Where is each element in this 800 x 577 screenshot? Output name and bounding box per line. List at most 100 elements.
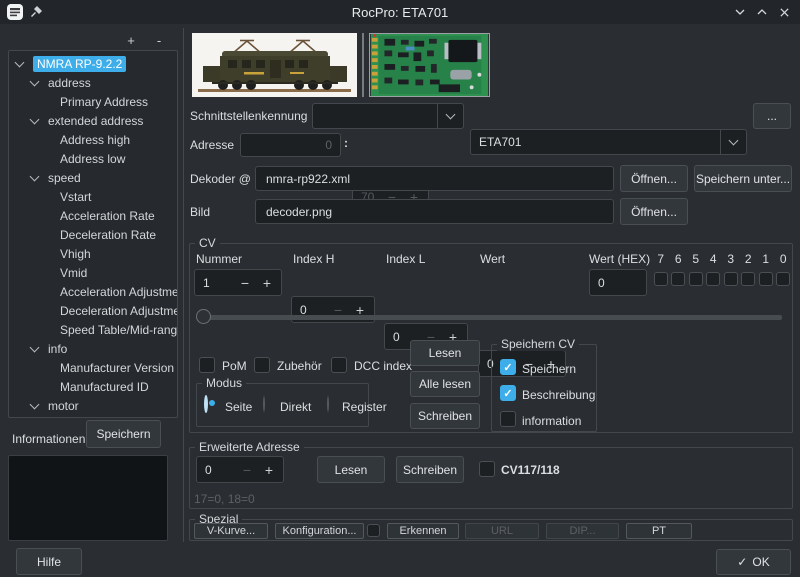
index-h-label: Index H — [293, 252, 334, 266]
bit-checkboxes — [652, 272, 792, 286]
interface-combobox[interactable] — [312, 103, 464, 129]
tree-item-info[interactable]: info — [9, 339, 177, 358]
tree-item-deceleration-adjustment[interactable]: Deceleration Adjustme — [9, 301, 177, 320]
expander-icon[interactable] — [30, 400, 40, 410]
close-icon — [779, 7, 790, 18]
cv117-118-label: CV117/118 — [501, 463, 560, 477]
chevron-down-icon — [729, 135, 739, 145]
dropdown-arrow-zone[interactable] — [720, 130, 746, 154]
extended-read-button[interactable]: Lesen — [317, 456, 385, 483]
extended-write-button[interactable]: Schreiben — [396, 456, 464, 483]
cv-bit-4-checkbox[interactable] — [706, 272, 720, 286]
informationen-textarea[interactable] — [8, 455, 168, 541]
expander-icon[interactable] — [30, 172, 40, 182]
tree-item-speed-table[interactable]: Speed Table/Mid-rang — [9, 320, 177, 339]
window-title: RocPro: ETA701 — [0, 5, 800, 20]
tree-item-nmra-rp-9-2-2[interactable]: NMRA RP-9.2.2 — [9, 54, 177, 73]
tree-item-manufacturer-version[interactable]: Manufacturer Version — [9, 358, 177, 377]
cv-bit-3-checkbox[interactable] — [724, 272, 738, 286]
expander-icon[interactable] — [30, 77, 40, 87]
close-button[interactable] — [776, 4, 792, 20]
cv-bit-6-checkbox[interactable] — [671, 272, 685, 286]
cv-bit-1-checkbox[interactable] — [759, 272, 773, 286]
wert-hex-label: Wert (HEX) — [589, 252, 650, 266]
tree-item-extended-address[interactable]: extended address — [9, 111, 177, 130]
tree-item-address[interactable]: address — [9, 73, 177, 92]
dekoder-file-input[interactable]: nmra-rp922.xml — [255, 166, 614, 191]
tree-item-vstart[interactable]: Vstart — [9, 187, 177, 206]
panel-splitter[interactable] — [183, 28, 184, 542]
spin-plus[interactable]: + — [263, 275, 271, 291]
maximize-button[interactable] — [754, 4, 770, 20]
dcc-index-label: DCC index — [354, 359, 412, 373]
zubehoer-checkbox[interactable] — [254, 357, 270, 373]
beschreibung-checkbox[interactable]: ✓ — [500, 385, 516, 401]
konfiguration-button[interactable]: Konfiguration... — [275, 523, 364, 539]
speichern-checkbox[interactable]: ✓ — [500, 359, 516, 375]
bild-label: Bild — [190, 205, 210, 219]
pt-button[interactable]: PT — [626, 523, 692, 539]
spin-plus[interactable]: + — [265, 462, 273, 478]
more-button[interactable]: ... — [753, 103, 791, 129]
tree-item-address-high[interactable]: Address high — [9, 130, 177, 149]
index-l-label: Index L — [386, 252, 425, 266]
minimize-button[interactable] — [732, 4, 748, 20]
konfiguration-checkbox[interactable] — [367, 524, 380, 537]
tree-remove-button[interactable]: - — [150, 31, 168, 49]
cv-bit-0-checkbox[interactable] — [776, 272, 790, 286]
slider-handle[interactable] — [196, 309, 211, 324]
expander-icon[interactable] — [30, 115, 40, 125]
tree-item-acceleration-rate[interactable]: Acceleration Rate — [9, 206, 177, 225]
tree-item-vhigh[interactable]: Vhigh — [9, 244, 177, 263]
extended-address-title: Erweiterte Adresse — [195, 440, 304, 454]
ok-button[interactable]: ✓ OK — [716, 549, 791, 575]
modus-seite-radio[interactable] — [204, 395, 208, 413]
tree-item-address-low[interactable]: Address low — [9, 149, 177, 168]
chevron-up-icon — [756, 6, 768, 18]
dropdown-arrow-zone[interactable] — [437, 104, 463, 128]
cv117-118-checkbox[interactable] — [479, 461, 495, 477]
bild-file-input[interactable]: decoder.png — [255, 199, 614, 224]
info-save-button[interactable]: Speichern — [86, 420, 161, 448]
cv-value-slider[interactable] — [196, 306, 786, 328]
v-kurve-button[interactable]: V-Kurve... — [194, 523, 268, 539]
cv-read-all-button[interactable]: Alle lesen — [410, 371, 480, 397]
tree-item-deceleration-rate[interactable]: Deceleration Rate — [9, 225, 177, 244]
cv-bit-5-checkbox[interactable] — [689, 272, 703, 286]
cv-read-button[interactable]: Lesen — [410, 340, 480, 366]
dcc-index-checkbox[interactable] — [331, 357, 347, 373]
cv-bit-7-checkbox[interactable] — [654, 272, 668, 286]
bit-labels: 76543210 — [652, 252, 792, 266]
cv-nummer-spinner[interactable]: 1 − + — [194, 269, 282, 296]
dekoder-open-button[interactable]: Öffnen... — [620, 165, 688, 192]
bild-open-button[interactable]: Öffnen... — [620, 198, 688, 225]
tree-add-button[interactable]: + — [122, 31, 140, 49]
decoder-combobox[interactable]: ETA701 — [470, 129, 747, 155]
expander-icon[interactable] — [30, 343, 40, 353]
tree-item-speed[interactable]: speed — [9, 168, 177, 187]
tree-item-motor[interactable]: motor — [9, 396, 177, 415]
pom-checkbox[interactable] — [199, 357, 215, 373]
wert-label: Wert — [480, 252, 505, 266]
ok-label: OK — [752, 555, 769, 569]
check-icon: ✓ — [737, 555, 747, 569]
expander-icon[interactable] — [15, 58, 25, 68]
information-checkbox[interactable] — [500, 411, 516, 427]
tree-item-vmid[interactable]: Vmid — [9, 263, 177, 282]
tree-item-primary-address[interactable]: Primary Address — [9, 92, 177, 111]
slider-track[interactable] — [198, 315, 782, 320]
cv-wert-hex-field[interactable]: 0 — [589, 269, 647, 296]
erkennen-button[interactable]: Erkennen — [387, 523, 459, 539]
tree-item-acceleration-adjustment[interactable]: Acceleration Adjustme — [9, 282, 177, 301]
spin-minus[interactable]: − — [241, 275, 249, 291]
cv-bit-2-checkbox[interactable] — [741, 272, 755, 286]
extended-address-spinner[interactable]: 0 − + — [196, 456, 284, 483]
modus-direkt-radio[interactable] — [263, 396, 265, 412]
modus-register-radio[interactable] — [327, 396, 329, 412]
spezial-group: Spezial V-Kurve... Konfiguration... Erke… — [189, 519, 793, 541]
pin-icon[interactable] — [30, 5, 43, 18]
tree-item-manufactured-id[interactable]: Manufactured ID — [9, 377, 177, 396]
help-button[interactable]: Hilfe — [16, 548, 82, 575]
cv-write-button[interactable]: Schreiben — [410, 403, 480, 429]
dekoder-save-as-button[interactable]: Speichern unter... — [694, 165, 792, 192]
